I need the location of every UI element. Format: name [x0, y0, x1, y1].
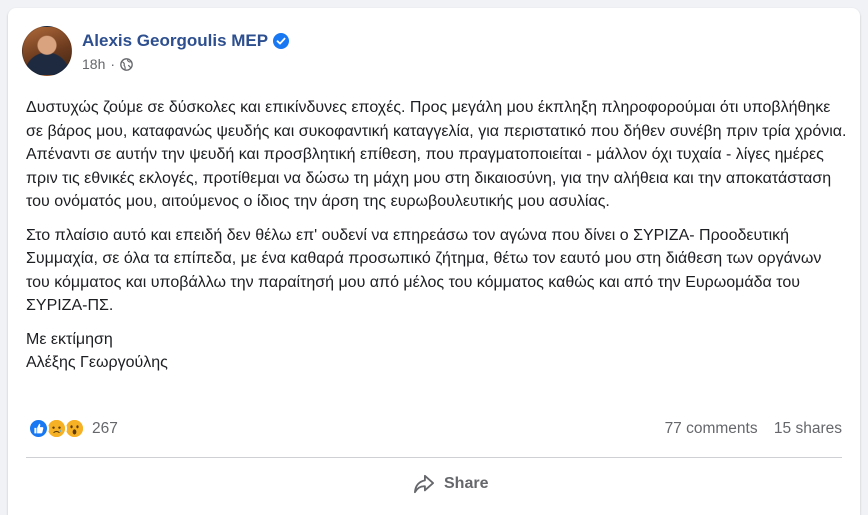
shares-count[interactable]: 15 shares: [774, 420, 842, 437]
post-header: Alexis Georgoulis MEP 18h ·: [22, 26, 290, 76]
like-reaction-icon: [28, 418, 49, 439]
verified-badge-icon: [273, 33, 290, 49]
engagement-counts: 77 comments 15 shares: [665, 420, 842, 438]
separator: ·: [110, 56, 116, 72]
actions-divider: [26, 457, 842, 458]
post-meta: Alexis Georgoulis MEP 18h ·: [82, 30, 290, 72]
avatar[interactable]: [22, 26, 72, 76]
author-name[interactable]: Alexis Georgoulis MEP: [82, 31, 268, 51]
timestamp-row: 18h ·: [82, 56, 289, 72]
post-signature: Αλέξης Γεωργούλης: [26, 354, 168, 371]
globe-icon[interactable]: [120, 57, 133, 71]
post-closing: Με εκτίμηση: [26, 330, 113, 348]
author-row: Alexis Georgoulis MEP: [82, 30, 290, 52]
post-body: Δυστυχώς ζούμε σε δύσκολες και επικίνδυν…: [26, 96, 848, 375]
post-stats: 267 77 comments 15 shares: [28, 418, 842, 439]
share-label: Share: [444, 475, 489, 492]
post-paragraph: Δυστυχώς ζούμε σε δύσκολες και επικίνδυν…: [26, 99, 847, 210]
post-paragraph: Στο πλαίσιο αυτό και επειδή δεν θέλω επ'…: [26, 226, 822, 315]
comments-count[interactable]: 77 comments: [665, 420, 758, 437]
post-card: Alexis Georgoulis MEP 18h · Δυστυχώς ζού…: [8, 8, 860, 515]
wow-reaction-icon: [64, 418, 85, 439]
share-button[interactable]: Share: [413, 474, 488, 494]
reactions-summary[interactable]: 267: [28, 418, 118, 439]
reaction-count[interactable]: 267: [92, 420, 118, 438]
share-icon: [413, 474, 434, 494]
sad-reaction-icon: [46, 418, 67, 439]
post-time[interactable]: 18h: [82, 56, 105, 72]
